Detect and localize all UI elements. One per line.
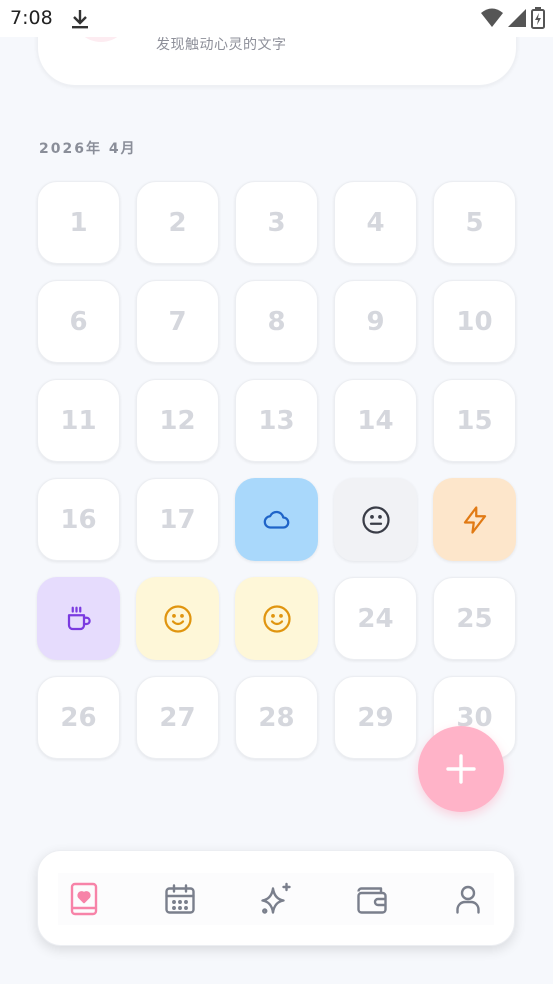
day-number: 4 — [366, 207, 385, 238]
add-entry-button[interactable] — [418, 726, 504, 812]
day-number: 27 — [159, 702, 196, 733]
calendar-icon — [162, 881, 198, 917]
day-cell[interactable]: 6 — [37, 280, 120, 363]
day-number: 8 — [267, 306, 286, 337]
wallet-icon — [354, 881, 390, 917]
bottom-nav — [37, 850, 515, 946]
day-number: 10 — [456, 306, 493, 337]
day-cell-mood[interactable] — [37, 577, 120, 660]
nav-wallet[interactable] — [346, 873, 398, 925]
download-icon — [70, 8, 90, 34]
day-number: 3 — [267, 207, 286, 238]
day-cell[interactable]: 14 — [334, 379, 417, 462]
day-cell[interactable]: 27 — [136, 676, 219, 759]
nav-calendar[interactable] — [154, 873, 206, 925]
day-number: 13 — [258, 405, 295, 436]
day-cell[interactable]: 28 — [235, 676, 318, 759]
day-cell-mood[interactable] — [334, 478, 417, 561]
day-cell[interactable]: 24 — [334, 577, 417, 660]
status-icons — [481, 7, 545, 33]
smile-icon — [163, 604, 193, 634]
plus-icon — [446, 754, 476, 784]
heart-book-icon — [66, 881, 102, 917]
day-cell[interactable]: 3 — [235, 181, 318, 264]
bottom-nav-items — [58, 873, 494, 925]
nav-discover[interactable] — [250, 873, 302, 925]
user-icon — [450, 881, 486, 917]
day-cell[interactable]: 9 — [334, 280, 417, 363]
day-number: 9 — [366, 306, 385, 337]
day-cell[interactable]: 2 — [136, 181, 219, 264]
day-cell[interactable]: 7 — [136, 280, 219, 363]
day-cell[interactable]: 25 — [433, 577, 516, 660]
neutral-face-icon — [361, 505, 391, 535]
nav-profile[interactable] — [442, 873, 494, 925]
day-cell-mood[interactable] — [136, 577, 219, 660]
day-cell[interactable]: 11 — [37, 379, 120, 462]
lightning-icon — [460, 505, 490, 535]
smile-icon — [262, 604, 292, 634]
day-number: 5 — [465, 207, 484, 238]
cloud-icon — [262, 505, 292, 535]
status-bar: 7:08 — [0, 0, 553, 37]
day-number: 17 — [159, 504, 196, 535]
day-cell[interactable]: 29 — [334, 676, 417, 759]
day-number: 6 — [69, 306, 88, 337]
day-cell[interactable]: 17 — [136, 478, 219, 561]
day-cell[interactable]: 16 — [37, 478, 120, 561]
day-number: 15 — [456, 405, 493, 436]
day-number: 11 — [60, 405, 97, 436]
nav-diary[interactable] — [58, 873, 110, 925]
battery-icon — [531, 7, 545, 33]
day-number: 29 — [357, 702, 394, 733]
day-number: 1 — [69, 207, 88, 238]
day-cell[interactable]: 5 — [433, 181, 516, 264]
day-number: 25 — [456, 603, 493, 634]
day-cell[interactable]: 1 — [37, 181, 120, 264]
day-number: 2 — [168, 207, 187, 238]
day-number: 12 — [159, 405, 196, 436]
day-cell-mood[interactable] — [235, 478, 318, 561]
day-number: 24 — [357, 603, 394, 634]
day-number: 14 — [357, 405, 394, 436]
sparkles-icon — [258, 881, 294, 917]
day-cell[interactable]: 15 — [433, 379, 516, 462]
day-cell-mood[interactable] — [433, 478, 516, 561]
month-label: 2026年 4月 — [39, 141, 137, 157]
day-cell[interactable]: 8 — [235, 280, 318, 363]
card-subtitle: 发现触动心灵的文字 — [156, 37, 287, 53]
day-cell[interactable]: 26 — [37, 676, 120, 759]
coffee-icon — [64, 604, 94, 634]
wifi-icon — [481, 8, 503, 32]
day-cell-mood[interactable] — [235, 577, 318, 660]
day-number: 7 — [168, 306, 187, 337]
calendar-grid: 1 2 3 4 5 6 7 8 9 10 11 12 13 14 15 16 17 24 25 26 27 28 29 30 — [37, 181, 516, 759]
day-number: 16 — [60, 504, 97, 535]
day-number: 28 — [258, 702, 295, 733]
day-number: 26 — [60, 702, 97, 733]
status-time: 7:08 — [10, 7, 53, 29]
signal-icon — [507, 8, 527, 32]
day-cell[interactable]: 13 — [235, 379, 318, 462]
day-cell[interactable]: 12 — [136, 379, 219, 462]
day-cell[interactable]: 4 — [334, 181, 417, 264]
day-cell[interactable]: 10 — [433, 280, 516, 363]
